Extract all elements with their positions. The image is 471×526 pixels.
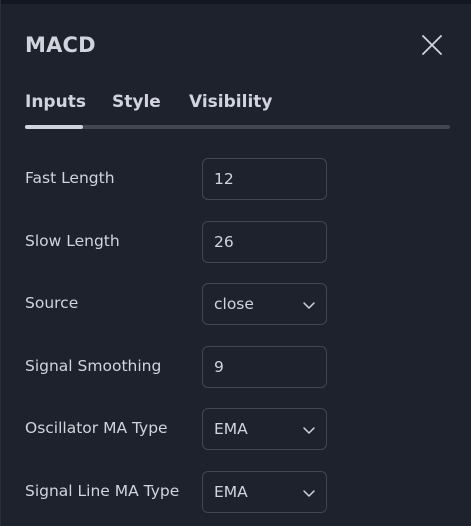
- fast-length-input[interactable]: 12: [202, 158, 327, 200]
- chevron-down-icon: [303, 302, 315, 309]
- source-label: Source: [25, 294, 79, 312]
- oscillator-ma-type-value: EMA: [214, 420, 248, 438]
- top-strip: [1, 0, 471, 4]
- fast-length-value: 12: [214, 170, 234, 188]
- slow-length-row: Slow Length 26: [25, 221, 450, 263]
- source-value: close: [214, 295, 254, 313]
- slow-length-label: Slow Length: [25, 232, 120, 250]
- signal-line-ma-type-select[interactable]: EMA: [202, 471, 327, 513]
- source-row: Source close: [25, 283, 450, 325]
- fast-length-label: Fast Length: [25, 169, 115, 187]
- slow-length-value: 26: [214, 233, 234, 251]
- signal-line-ma-type-row: Signal Line MA Type EMA: [25, 471, 450, 513]
- oscillator-ma-type-row: Oscillator MA Type EMA: [25, 408, 450, 450]
- tab-bar: Inputs Style Visibility: [25, 92, 450, 132]
- signal-smoothing-row: Signal Smoothing 9: [25, 346, 450, 388]
- tab-inputs[interactable]: Inputs: [25, 92, 86, 112]
- tab-track: [25, 125, 450, 129]
- close-button[interactable]: [419, 32, 445, 58]
- tab-style[interactable]: Style: [112, 92, 161, 112]
- slow-length-input[interactable]: 26: [202, 221, 327, 263]
- signal-line-ma-type-value: EMA: [214, 483, 248, 501]
- signal-line-ma-type-label: Signal Line MA Type: [25, 482, 180, 500]
- fast-length-row: Fast Length 12: [25, 158, 450, 200]
- chevron-down-icon: [303, 427, 315, 434]
- tab-visibility[interactable]: Visibility: [189, 92, 273, 112]
- active-tab-indicator: [25, 125, 83, 129]
- signal-smoothing-value: 9: [214, 358, 224, 376]
- signal-smoothing-label: Signal Smoothing: [25, 357, 162, 375]
- oscillator-ma-type-select[interactable]: EMA: [202, 408, 327, 450]
- source-select[interactable]: close: [202, 283, 327, 325]
- macd-settings-dialog: MACD Inputs Style Visibility Fast Length…: [0, 0, 471, 526]
- chevron-down-icon: [303, 490, 315, 497]
- dialog-title: MACD: [25, 33, 96, 57]
- signal-smoothing-input[interactable]: 9: [202, 346, 327, 388]
- close-icon: [422, 35, 442, 55]
- oscillator-ma-type-label: Oscillator MA Type: [25, 419, 168, 437]
